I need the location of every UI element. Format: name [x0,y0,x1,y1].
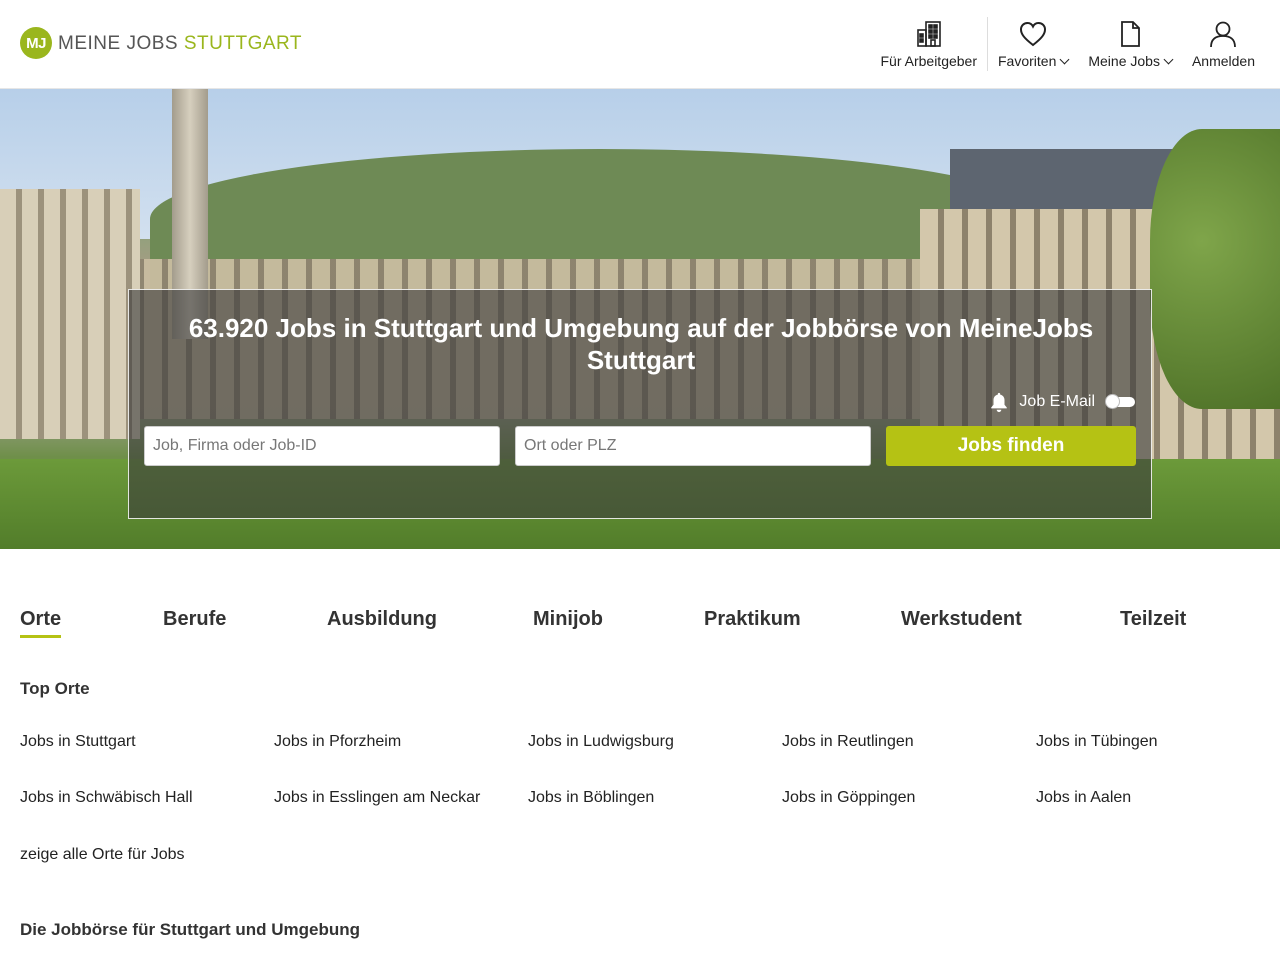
location-input[interactable] [515,426,871,466]
logo-text-meine-jobs: MEINE JOBS [58,32,179,54]
hero-trees [1150,129,1280,409]
document-icon [1121,21,1141,47]
job-search-input[interactable] [144,426,500,466]
logo-badge: MJ [20,27,52,59]
place-link[interactable]: Jobs in Pforzheim [274,733,401,751]
place-link[interactable]: Jobs in Böblingen [528,789,654,807]
place-link[interactable]: Jobs in Esslingen am Neckar [274,789,480,807]
place-link[interactable]: Jobs in Ludwigsburg [528,733,674,751]
place-link[interactable]: Jobs in Tübingen [1036,733,1158,751]
tab-berufe[interactable]: Berufe [163,608,226,635]
chevron-down-icon [1059,54,1070,64]
top-places-heading: Top Orte [20,679,90,698]
hero-banner: 63.920 Jobs in Stuttgart und Umgebung au… [0,89,1280,549]
main-nav: Für Arbeitgeber Favoriten Meine Jobs Anm… [871,0,1280,88]
job-board-heading: Die Jobbörse für Stuttgart und Umgebung [20,920,360,939]
nav-my-jobs[interactable]: Meine Jobs [1078,19,1182,69]
place-link[interactable]: Jobs in Aalen [1036,789,1131,807]
tab-minijob[interactable]: Minijob [533,608,603,635]
site-header: MJ MEINE JOBS STUTTGART Für Arbeitgeber [0,0,1280,89]
logo-text: MEINE JOBS STUTTGART [58,34,302,53]
show-all-places-link[interactable]: zeige alle Orte für Jobs [20,846,185,864]
heart-icon [1020,21,1047,47]
place-link[interactable]: Jobs in Reutlingen [782,733,914,751]
find-jobs-button[interactable]: Jobs finden [886,426,1136,466]
job-email-toggle[interactable]: Job E-Mail [988,391,1135,413]
nav-employer[interactable]: Für Arbeitgeber [871,19,988,69]
tab-teilzeit[interactable]: Teilzeit [1120,608,1186,635]
bell-icon [991,392,1008,413]
building-icon [916,21,941,47]
nav-login-label: Anmelden [1191,53,1255,69]
job-email-label: Job E-Mail [1019,393,1095,410]
site-logo[interactable]: MJ MEINE JOBS STUTTGART [20,27,302,59]
chevron-down-icon [1163,54,1174,64]
logo-text-stuttgart: STUTTGART [183,32,303,54]
place-link[interactable]: Jobs in Stuttgart [20,733,136,751]
nav-favorites[interactable]: Favoriten [988,19,1078,69]
tab-werkstudent[interactable]: Werkstudent [901,608,1022,635]
tab-ausbildung[interactable]: Ausbildung [327,608,437,635]
job-email-switch[interactable] [1106,395,1135,408]
place-link[interactable]: Jobs in Göppingen [782,789,915,807]
category-tabs: Orte Berufe Ausbildung Minijob Praktikum… [20,608,1260,640]
user-icon [1210,21,1237,48]
place-link[interactable]: Jobs in Schwäbisch Hall [20,789,193,807]
nav-login[interactable]: Anmelden [1182,19,1280,69]
tab-praktikum[interactable]: Praktikum [704,608,801,635]
tab-orte[interactable]: Orte [20,608,62,638]
search-panel: 63.920 Jobs in Stuttgart und Umgebung au… [128,289,1152,519]
nav-favorites-label: Favoriten [998,53,1057,69]
hero-palace-left-wing [0,189,140,439]
hero-title: 63.920 Jobs in Stuttgart und Umgebung au… [188,313,1094,375]
nav-my-jobs-label: Meine Jobs [1088,53,1160,69]
nav-employer-label: Für Arbeitgeber [880,53,978,69]
